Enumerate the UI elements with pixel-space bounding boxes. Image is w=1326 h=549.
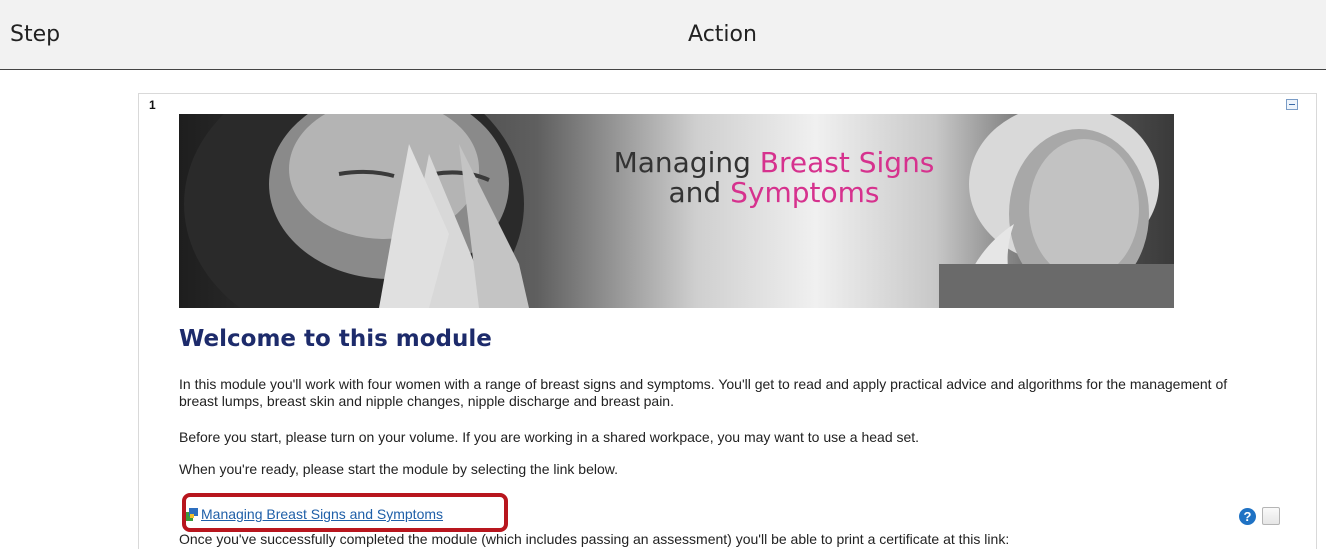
start-paragraph: When you're ready, please start the modu…: [179, 461, 618, 477]
banner-title-part1: Managing: [613, 146, 760, 179]
help-icon[interactable]: ?: [1239, 508, 1256, 525]
action-column-header: Action: [688, 22, 757, 47]
intro-paragraph: In this module you'll work with four wom…: [179, 376, 1228, 409]
collapse-icon[interactable]: [1286, 99, 1298, 110]
banner-title-part2: Breast Signs: [759, 146, 935, 179]
completion-checkbox[interactable]: [1262, 507, 1280, 525]
section-number: 1: [149, 98, 156, 112]
module-banner: Managing Breast Signs and Symptoms: [179, 114, 1174, 308]
banner-title-part4: Symptoms: [730, 176, 880, 209]
banner-image: [184, 114, 1174, 308]
page-title: Welcome to this module: [179, 326, 492, 352]
header-bar: Step Action: [0, 0, 1326, 70]
volume-paragraph: Before you start, please turn on your vo…: [179, 429, 920, 445]
banner-title-part3: and: [668, 176, 731, 209]
course-section-frame: 1 Managing Breast Signs and Symptoms Wel…: [138, 93, 1317, 549]
banner-title: Managing Breast Signs and Symptoms: [594, 148, 954, 208]
highlight-box: [182, 493, 508, 532]
certificate-paragraph: Once you've successfully completed the m…: [179, 531, 1010, 547]
